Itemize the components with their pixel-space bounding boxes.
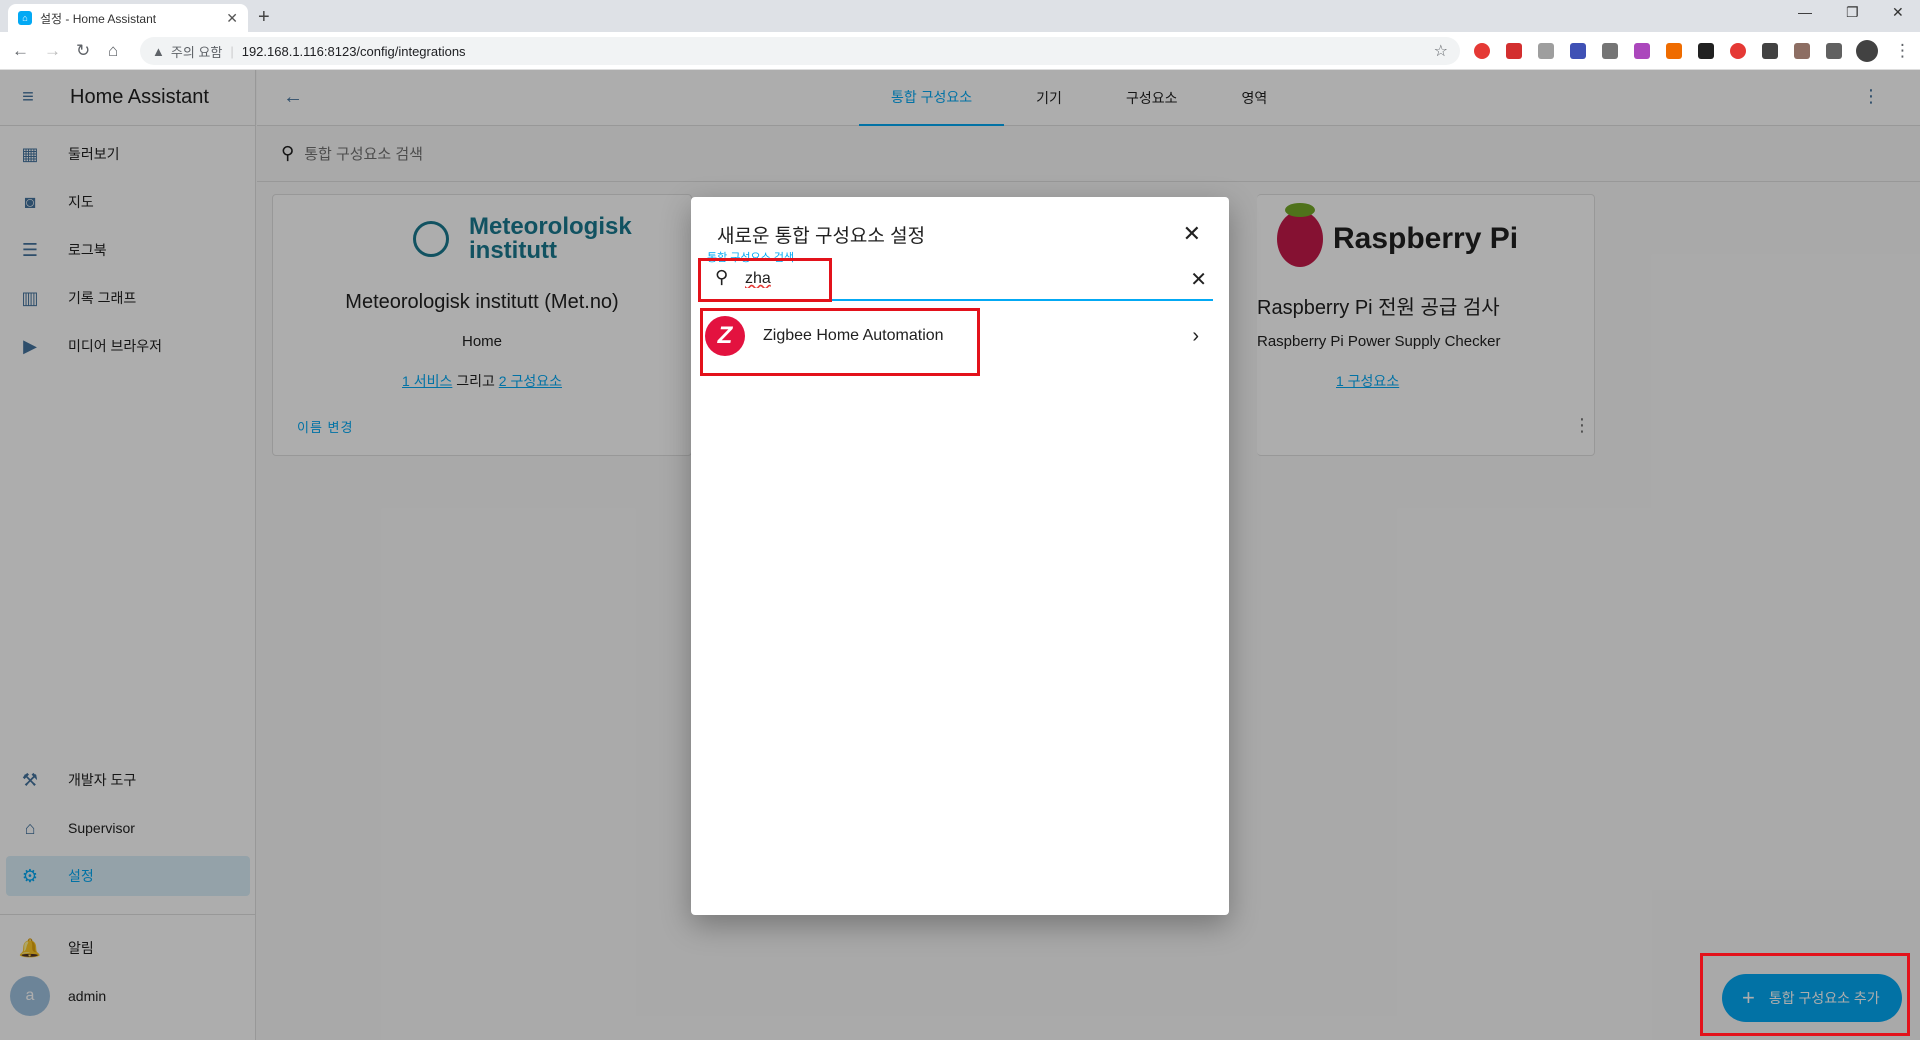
security-warning-label[interactable]: 주의 요함 [171, 42, 222, 61]
add-integration-dialog: 새로운 통합 구성요소 설정 ✕ ⚲ ✕ 통합 구성요소 검색 Z Zigbee… [691, 197, 1229, 915]
ex-extension-icon[interactable] [1666, 43, 1682, 59]
highlight-box-fab [1700, 953, 1910, 1036]
b-extension-icon[interactable] [1698, 43, 1714, 59]
browser-toolbar: ← → ↻ ⌂ ▲ 주의 요함 | 192.168.1.116:8123/con… [0, 32, 1920, 70]
new-tab-button[interactable]: + [258, 6, 270, 29]
reload-icon[interactable]: ↻ [76, 41, 90, 61]
browser-tab-title: 설정 - Home Assistant [40, 11, 157, 26]
camera-extension-icon[interactable] [1538, 43, 1554, 59]
bookmark-star-icon[interactable]: ☆ [1434, 41, 1448, 61]
browser-menu-icon[interactable]: ⋮ [1894, 41, 1911, 61]
close-icon[interactable]: ✕ [1183, 221, 1201, 247]
forward-icon[interactable]: → [44, 41, 61, 61]
color-extension-icon[interactable] [1634, 43, 1650, 59]
chevron-right-icon: › [1192, 324, 1199, 347]
s-extension-icon[interactable] [1762, 43, 1778, 59]
address-separator: | [230, 43, 234, 59]
url-text: 192.168.1.116:8123/config/integrations [241, 43, 466, 59]
window-close-icon[interactable]: ✕ [1892, 4, 1904, 21]
home-assistant-favicon-icon: ⌂ [18, 11, 32, 25]
opera-extension-icon[interactable] [1474, 43, 1490, 59]
extension-red-icon[interactable] [1506, 43, 1522, 59]
back-icon[interactable]: ← [12, 41, 29, 61]
warning-icon: ▲ [152, 43, 165, 59]
send-extension-icon[interactable] [1570, 43, 1586, 59]
calendar-extension-icon[interactable] [1602, 43, 1618, 59]
dialog-title: 새로운 통합 구성요소 설정 [717, 226, 926, 247]
restore-icon[interactable]: ❐ [1846, 4, 1859, 21]
browser-tab-strip: ⌂ 설정 - Home Assistant ✕ + — ❐ ✕ [0, 0, 1920, 32]
image-extension-icon[interactable] [1794, 43, 1810, 59]
puzzle-icon[interactable] [1826, 43, 1842, 59]
minimize-icon[interactable]: — [1798, 4, 1812, 20]
red-circle-extension-icon[interactable] [1730, 43, 1746, 59]
clear-icon[interactable]: ✕ [1190, 267, 1207, 292]
browser-tab[interactable]: ⌂ 설정 - Home Assistant ✕ [8, 4, 248, 32]
tab-close-icon[interactable]: ✕ [226, 10, 238, 27]
home-icon[interactable]: ⌂ [108, 41, 118, 61]
highlight-box-zigbee [700, 308, 980, 376]
highlight-box-search [698, 258, 832, 302]
profile-avatar-icon[interactable] [1856, 40, 1878, 62]
address-bar[interactable]: ▲ 주의 요함 | 192.168.1.116:8123/config/inte… [140, 37, 1460, 65]
